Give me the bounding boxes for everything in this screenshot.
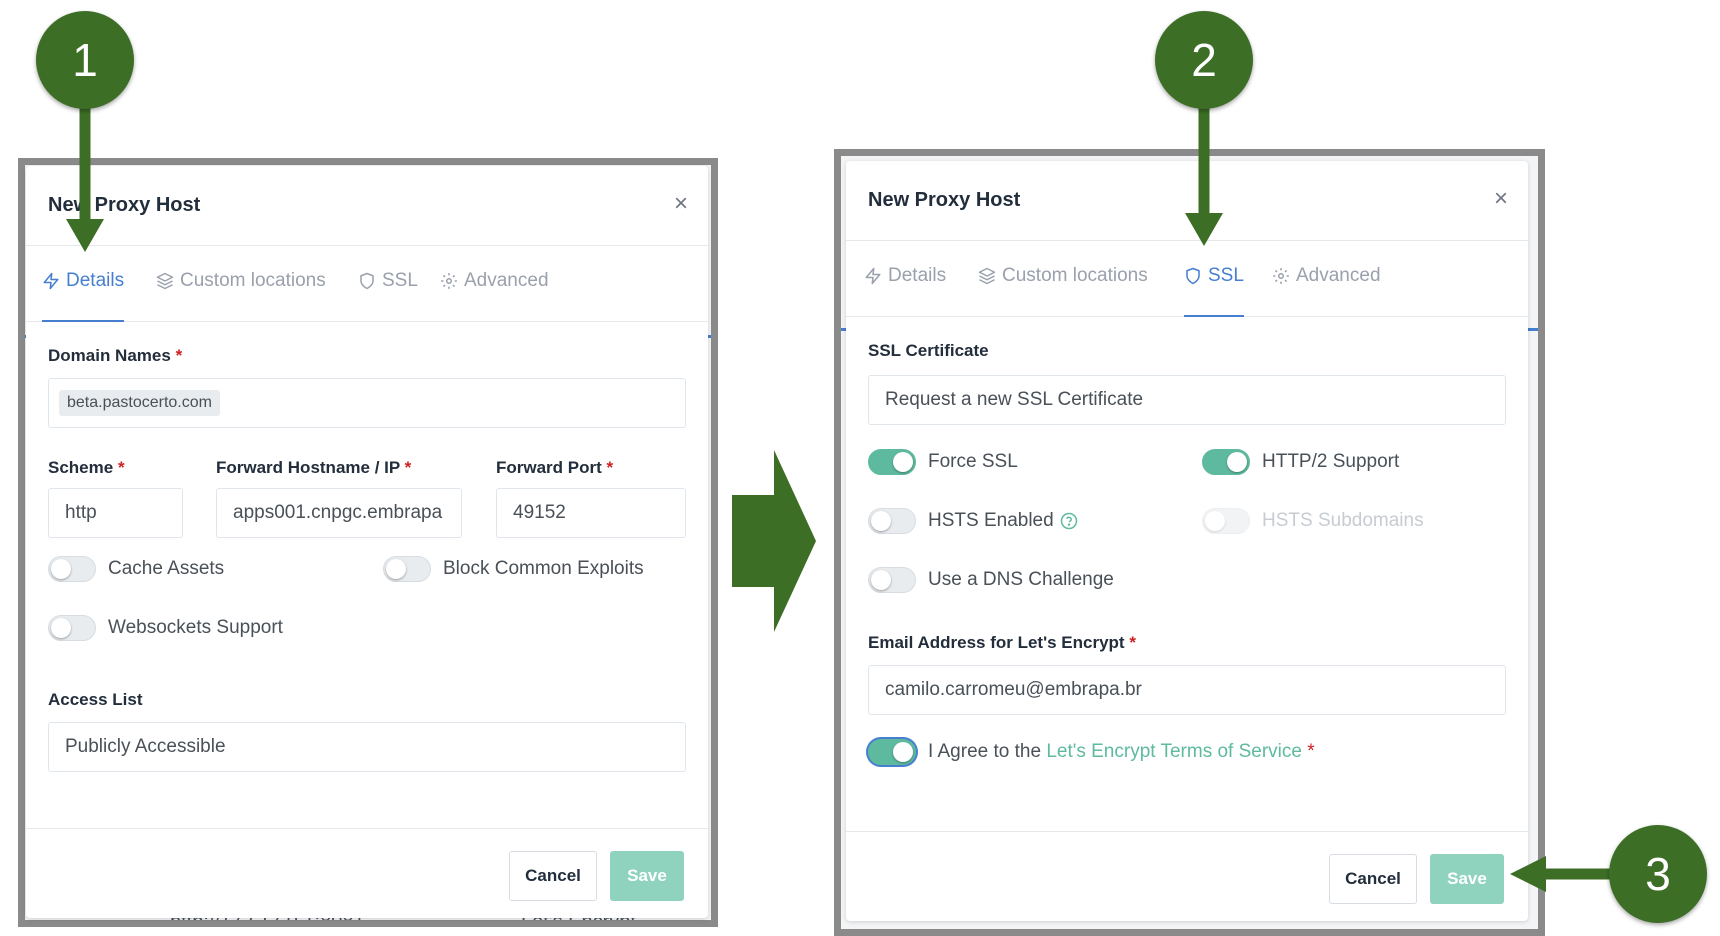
tab-label: Details xyxy=(888,265,947,286)
domain-names-label: Domain Names * xyxy=(48,346,183,365)
access-list-select[interactable]: Publicly Accessible xyxy=(48,722,686,772)
bolt-icon xyxy=(865,267,881,285)
hsts-toggle-row[interactable]: HSTS Enabled xyxy=(868,508,1078,534)
transition-arrow xyxy=(732,450,816,632)
tab-custom-locations[interactable]: Custom locations xyxy=(978,265,1148,317)
layers-icon xyxy=(156,272,174,290)
right-new-proxy-host-modal: New Proxy Host × Details Custom location… xyxy=(846,161,1528,921)
tab-bar: Details Custom locations SSL Advanced xyxy=(26,246,708,322)
tab-ssl[interactable]: SSL xyxy=(1184,265,1244,317)
tab-advanced[interactable]: Advanced xyxy=(1272,265,1381,317)
forward-port-label: Forward Port * xyxy=(496,458,614,477)
email-label: Email Address for Let's Encrypt * xyxy=(868,633,1136,652)
hsts-subdomains-toggle-row: HSTS Subdomains xyxy=(1202,508,1424,534)
block-exploits-toggle-row[interactable]: Block Common Exploits xyxy=(383,556,644,582)
http2-label: HTTP/2 Support xyxy=(1262,451,1400,472)
tab-label: SSL xyxy=(1208,265,1244,286)
tos-link[interactable]: Let's Encrypt Terms of Service xyxy=(1046,741,1302,762)
forward-hostname-label: Forward Hostname / IP * xyxy=(216,458,412,477)
domain-chip[interactable]: beta.pastocerto.com xyxy=(59,390,220,416)
step-1-badge: 1 xyxy=(36,11,134,109)
ssl-certificate-select[interactable]: Request a new SSL Certificate xyxy=(868,375,1506,425)
domain-names-input[interactable]: beta.pastocerto.com xyxy=(48,378,686,428)
hsts-subdomains-toggle xyxy=(1202,508,1250,534)
websockets-toggle[interactable] xyxy=(48,615,96,641)
cancel-button[interactable]: Cancel xyxy=(1329,854,1417,904)
block-exploits-toggle[interactable] xyxy=(383,556,431,582)
agree-tos-label: I Agree to the Let's Encrypt Terms of Se… xyxy=(928,741,1315,762)
cache-assets-label: Cache Assets xyxy=(108,558,225,579)
http2-toggle-row[interactable]: HTTP/2 Support xyxy=(1202,449,1399,475)
email-input[interactable]: camilo.carromeu@embrapa.br xyxy=(868,665,1506,715)
save-button[interactable]: Save xyxy=(610,851,684,901)
modal-header: New Proxy Host × xyxy=(26,166,708,246)
hsts-toggle[interactable] xyxy=(868,508,916,534)
cache-assets-toggle[interactable] xyxy=(48,556,96,582)
tab-label: Advanced xyxy=(1296,265,1381,286)
tab-advanced[interactable]: Advanced xyxy=(440,270,549,322)
close-icon[interactable]: × xyxy=(674,192,688,216)
tab-label: SSL xyxy=(382,270,418,291)
modal-footer: Cancel Save xyxy=(26,828,708,918)
modal-title: New Proxy Host xyxy=(48,194,201,216)
gear-icon xyxy=(1273,268,1289,284)
dns-challenge-toggle-row[interactable]: Use a DNS Challenge xyxy=(868,567,1114,593)
layers-icon xyxy=(978,267,996,285)
tab-ssl[interactable]: SSL xyxy=(358,270,418,322)
force-ssl-label: Force SSL xyxy=(928,451,1018,472)
dns-challenge-label: Use a DNS Challenge xyxy=(928,569,1114,590)
tab-label: Advanced xyxy=(464,270,549,291)
shield-icon xyxy=(360,272,374,290)
save-button[interactable]: Save xyxy=(1430,854,1504,904)
shield-icon xyxy=(1186,267,1200,285)
forward-port-input[interactable]: 49152 xyxy=(496,488,686,538)
force-ssl-toggle-row[interactable]: Force SSL xyxy=(868,449,1018,475)
scheme-input[interactable]: http xyxy=(48,488,183,538)
tab-custom-locations[interactable]: Custom locations xyxy=(156,270,326,322)
tab-bar: Details Custom locations SSL Advanced xyxy=(846,241,1528,317)
tab-details[interactable]: Details xyxy=(42,270,125,322)
close-icon[interactable]: × xyxy=(1494,187,1508,211)
force-ssl-toggle[interactable] xyxy=(868,449,916,475)
agree-tos-toggle[interactable] xyxy=(868,739,916,765)
tab-label: Custom locations xyxy=(1002,265,1148,286)
gear-icon xyxy=(441,273,457,289)
left-new-proxy-host-modal: New Proxy Host × Details Custom location… xyxy=(26,166,708,918)
websockets-toggle-row[interactable]: Websockets Support xyxy=(48,615,283,641)
access-list-label: Access List xyxy=(48,690,143,709)
cache-assets-toggle-row[interactable]: Cache Assets xyxy=(48,556,224,582)
block-exploits-label: Block Common Exploits xyxy=(443,558,644,579)
hsts-label: HSTS Enabled xyxy=(928,510,1054,531)
dns-challenge-toggle[interactable] xyxy=(868,567,916,593)
help-circle-icon[interactable] xyxy=(1060,512,1078,530)
step-3-badge: 3 xyxy=(1609,825,1707,923)
modal-footer: Cancel Save xyxy=(846,831,1528,921)
hsts-subdomains-label: HSTS Subdomains xyxy=(1262,510,1424,531)
forward-hostname-input[interactable]: apps001.cnpgc.embrapa xyxy=(216,488,462,538)
tab-details[interactable]: Details xyxy=(864,265,946,317)
tab-label: Details xyxy=(66,270,125,291)
cancel-button[interactable]: Cancel xyxy=(509,851,597,901)
scheme-label: Scheme * xyxy=(48,458,125,477)
modal-title: New Proxy Host xyxy=(868,189,1021,211)
agree-tos-toggle-row[interactable]: I Agree to the Let's Encrypt Terms of Se… xyxy=(868,739,1315,765)
modal-header: New Proxy Host × xyxy=(846,161,1528,241)
ssl-certificate-label: SSL Certificate xyxy=(868,341,989,360)
websockets-label: Websockets Support xyxy=(108,617,283,638)
tab-label: Custom locations xyxy=(180,270,326,291)
bolt-icon xyxy=(43,272,59,290)
http2-toggle[interactable] xyxy=(1202,449,1250,475)
step-2-badge: 2 xyxy=(1155,11,1253,109)
